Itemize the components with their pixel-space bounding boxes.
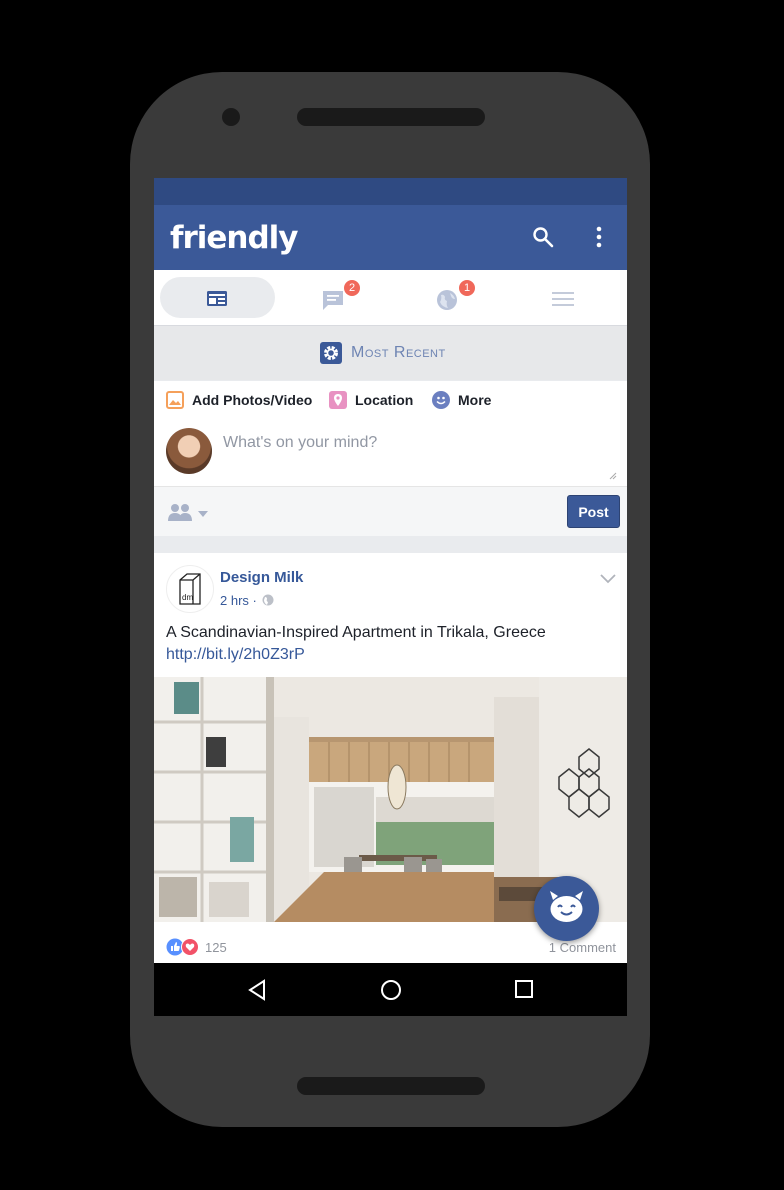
location-pin-icon bbox=[329, 391, 347, 409]
tab-bar: 2 1 bbox=[154, 270, 627, 326]
audience-selector-icon[interactable] bbox=[167, 503, 211, 523]
photo-icon bbox=[166, 391, 184, 409]
add-photos-video-button[interactable]: Add Photos/Video bbox=[166, 391, 312, 409]
location-label: Location bbox=[355, 392, 414, 408]
public-globe-icon bbox=[262, 594, 274, 606]
add-photos-video-label: Add Photos/Video bbox=[192, 392, 313, 408]
app-logo: friendly bbox=[170, 220, 299, 256]
earpiece-speaker bbox=[297, 108, 485, 126]
tab-news-feed[interactable] bbox=[160, 277, 275, 318]
love-reaction-icon bbox=[181, 938, 199, 956]
front-camera bbox=[222, 108, 240, 126]
globe-icon bbox=[437, 290, 457, 310]
post-timestamp[interactable]: 2 hrs · bbox=[220, 593, 274, 608]
hamburger-menu-icon bbox=[552, 292, 574, 306]
reaction-count: 125 bbox=[205, 939, 227, 955]
home-icon[interactable] bbox=[380, 979, 402, 1001]
more-label: More bbox=[458, 392, 492, 408]
post-author[interactable]: Design Milk bbox=[220, 569, 303, 586]
tab-messages[interactable]: 2 bbox=[275, 277, 390, 318]
back-icon[interactable] bbox=[247, 979, 267, 1001]
smiley-icon bbox=[432, 391, 450, 409]
notifications-badge: 1 bbox=[459, 280, 475, 296]
location-button[interactable]: Location bbox=[329, 391, 413, 409]
post-composer: Add Photos/Video Location More What's on… bbox=[154, 381, 627, 536]
feed-filter-bar[interactable]: Most Recent bbox=[154, 326, 627, 380]
composer-footer: Post bbox=[154, 486, 627, 536]
svg-text:dm: dm bbox=[182, 593, 193, 602]
post-time-label: 2 hrs · bbox=[220, 593, 257, 608]
resize-handle-icon[interactable] bbox=[609, 472, 617, 480]
news-feed-icon bbox=[207, 291, 227, 306]
recents-icon[interactable] bbox=[514, 979, 534, 999]
reactions-summary[interactable]: 125 bbox=[166, 938, 227, 956]
friendly-mascot-button[interactable] bbox=[534, 876, 599, 941]
app-bar: friendly bbox=[154, 205, 627, 270]
bottom-speaker bbox=[297, 1077, 485, 1095]
user-avatar bbox=[166, 428, 212, 474]
post-text: A Scandinavian-Inspired Apartment in Tri… bbox=[166, 624, 546, 641]
status-input[interactable]: What's on your mind? bbox=[223, 434, 377, 452]
tab-notifications[interactable]: 1 bbox=[390, 277, 505, 318]
mascot-icon bbox=[550, 891, 583, 922]
status-bar bbox=[154, 178, 627, 205]
feed-filter-label: Most Recent bbox=[351, 344, 446, 361]
comment-count[interactable]: 1 Comment bbox=[549, 940, 616, 955]
overflow-menu-icon[interactable] bbox=[594, 225, 604, 249]
tab-menu[interactable] bbox=[505, 277, 620, 318]
post-link[interactable]: http://bit.ly/2h0Z3rP bbox=[166, 646, 305, 664]
chat-icon bbox=[323, 291, 343, 310]
more-button[interactable]: More bbox=[432, 391, 491, 409]
screen: friendly 2 1 Most Recent Add Photos/Vide… bbox=[154, 178, 627, 1016]
settings-gear-icon bbox=[320, 342, 342, 364]
page-logo: dm bbox=[166, 565, 214, 613]
system-nav-bar bbox=[154, 963, 627, 1016]
search-icon[interactable] bbox=[531, 225, 555, 249]
messages-badge: 2 bbox=[344, 280, 360, 296]
post-button[interactable]: Post bbox=[567, 495, 620, 528]
chevron-down-icon[interactable] bbox=[600, 574, 616, 584]
